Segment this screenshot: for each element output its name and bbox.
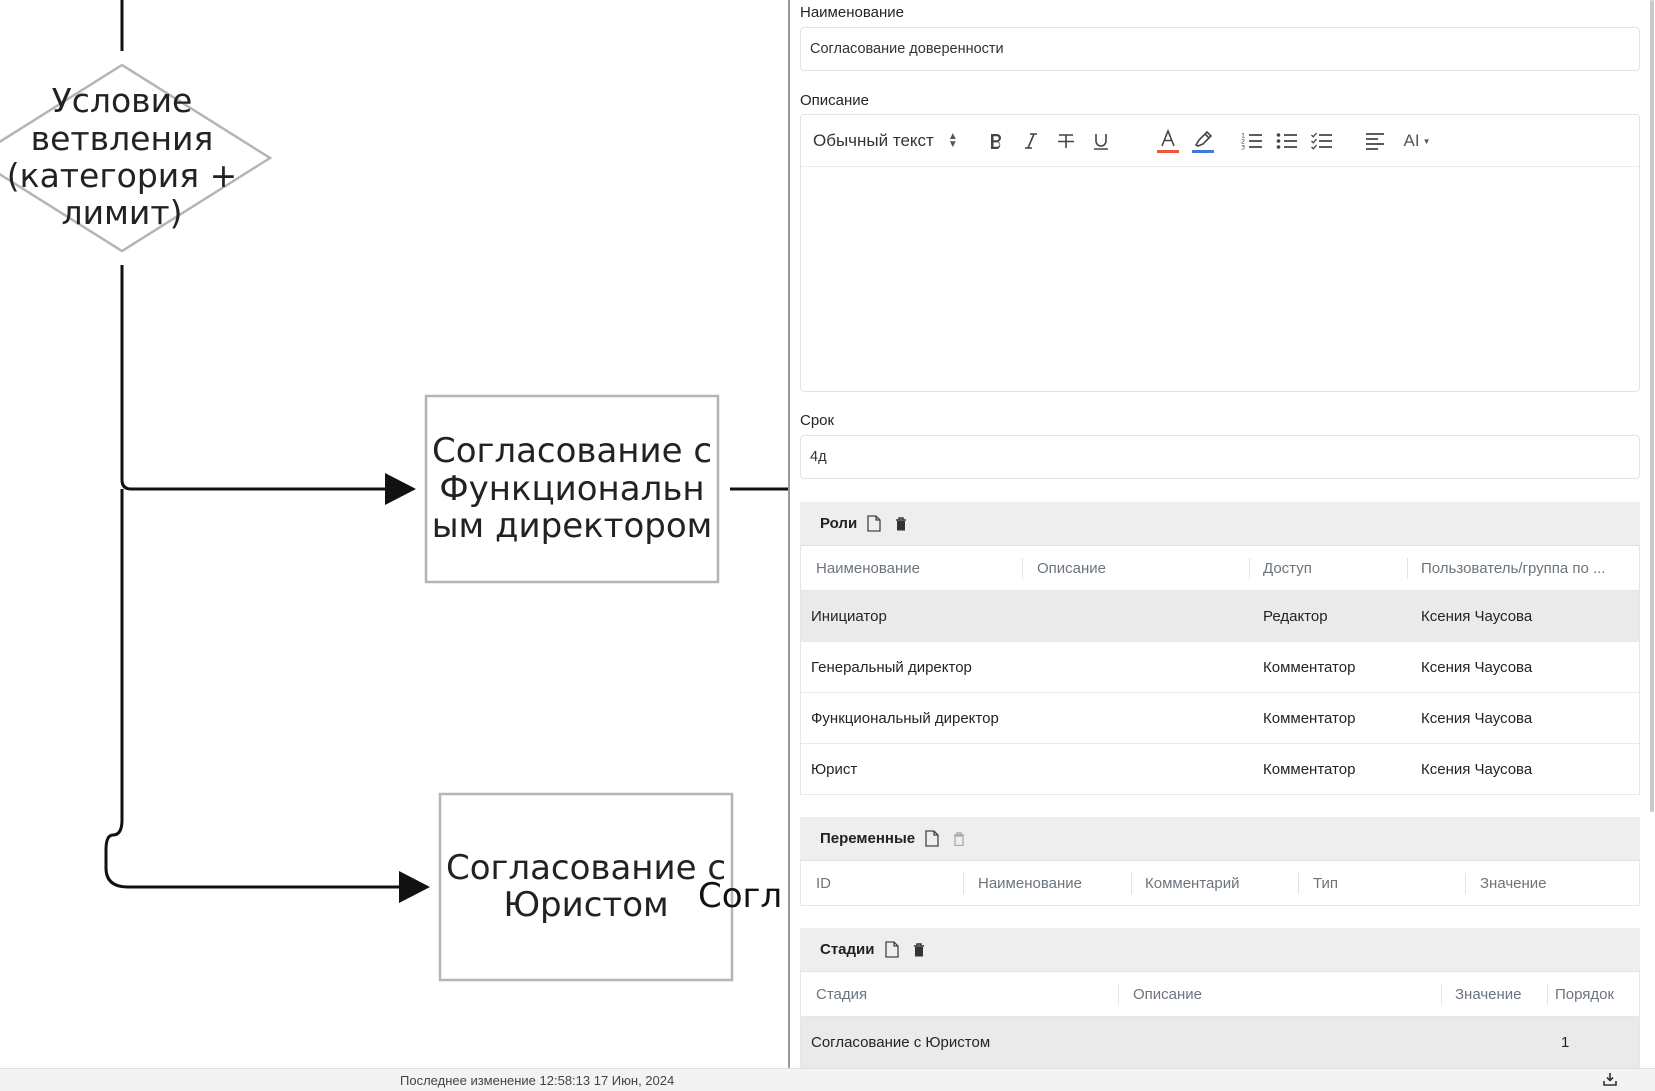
task-node-functional-director[interactable]: Согласование с Функциональн ым директоро… <box>424 394 720 584</box>
role-name: Инициатор <box>811 608 887 625</box>
role-user: Ксения Чаусова <box>1421 659 1533 676</box>
table-row[interactable]: Инициатор Редактор Ксения Чаусова <box>801 591 1639 642</box>
table-row[interactable]: Согласование с Юристом 1 <box>801 1017 1639 1068</box>
task-node-lawyer[interactable]: Согласование с Юристом <box>438 792 734 982</box>
role-access: Комментатор <box>1263 761 1356 778</box>
roles-title: Роли <box>820 515 858 532</box>
variables-section-header: Переменные <box>800 817 1640 861</box>
table-row[interactable]: Юрист Комментатор Ксения Чаусова <box>801 744 1639 795</box>
variables-column-value[interactable]: Значение <box>1480 861 1630 906</box>
strikethrough-icon[interactable] <box>1052 127 1080 155</box>
roles-column-user[interactable]: Пользователь/группа по ... <box>1421 546 1626 591</box>
numbered-list-icon[interactable]: 123 <box>1238 127 1266 155</box>
role-access: Редактор <box>1263 608 1328 625</box>
delete-role-icon[interactable] <box>895 516 907 531</box>
description-label: Описание <box>800 92 870 109</box>
properties-panel: Наименование Согласование доверенности О… <box>790 0 1655 1068</box>
text-style-select[interactable]: Обычный текст ▲ ▼ <box>813 127 973 155</box>
delete-variable-icon[interactable] <box>953 831 965 846</box>
ai-icon[interactable]: AI ▼ <box>1399 127 1435 155</box>
stages-table-header: Стадия Описание Значение Порядок <box>801 972 1639 1017</box>
variables-column-name[interactable]: Наименование <box>978 861 1128 906</box>
variables-column-id[interactable]: ID <box>816 861 956 906</box>
roles-table: Наименование Описание Доступ Пользовател… <box>800 546 1640 795</box>
stages-section-header: Стадии <box>800 928 1640 972</box>
roles-column-description[interactable]: Описание <box>1037 546 1237 591</box>
deadline-field[interactable]: 4д <box>800 435 1640 479</box>
check-list-icon[interactable] <box>1308 127 1336 155</box>
table-row[interactable]: Функциональный директор Комментатор Ксен… <box>801 693 1639 744</box>
condition-label-line: (категория + <box>7 156 237 195</box>
bullet-list-icon[interactable] <box>1273 127 1301 155</box>
task-label-line: ым директором <box>432 506 713 546</box>
task-label-line: Юристом <box>503 885 668 925</box>
deadline-label: Срок <box>800 412 835 429</box>
stages-column-order[interactable]: Порядок <box>1555 972 1635 1017</box>
roles-column-name[interactable]: Наименование <box>816 546 1016 591</box>
role-user: Ксения Чаусова <box>1421 761 1533 778</box>
updown-icon: ▲ ▼ <box>947 131 958 150</box>
add-stage-icon[interactable] <box>884 941 899 958</box>
role-name: Юрист <box>811 761 858 778</box>
connector-to-lawyer[interactable] <box>104 489 405 889</box>
condition-label-line: ветвления <box>31 119 214 158</box>
stages-column-value[interactable]: Значение <box>1455 972 1545 1017</box>
stages-column-description[interactable]: Описание <box>1133 972 1433 1017</box>
role-name: Функциональный директор <box>811 710 999 727</box>
highlight-icon[interactable] <box>1188 127 1218 155</box>
diagram-canvas[interactable]: Условие ветвления (категория + лимит) Со… <box>0 0 788 1068</box>
role-user: Ксения Чаусова <box>1421 608 1533 625</box>
arrowhead-functional <box>385 473 416 505</box>
add-role-icon[interactable] <box>867 515 881 532</box>
variables-column-type[interactable]: Тип <box>1313 861 1463 906</box>
stages-column-stage[interactable]: Стадия <box>816 972 1116 1017</box>
stage-order: 1 <box>1561 1034 1570 1051</box>
status-bar: Последнее изменение 12:58:13 17 Июн, 202… <box>0 1068 1655 1091</box>
role-access: Комментатор <box>1263 710 1356 727</box>
dropdown-caret-icon: ▼ <box>1422 136 1431 146</box>
variables-column-comment[interactable]: Комментарий <box>1145 861 1295 906</box>
text-color-icon[interactable] <box>1153 127 1183 155</box>
condition-label-line: Условие <box>52 81 193 120</box>
stage-name: Согласование с Юристом <box>811 1034 991 1051</box>
roles-column-access[interactable]: Доступ <box>1263 546 1413 591</box>
panel-scrollbar[interactable] <box>1650 0 1654 812</box>
roles-table-header: Наименование Описание Доступ Пользовател… <box>801 546 1639 591</box>
partial-node-label: Согл <box>698 876 782 916</box>
arrowhead-lawyer <box>399 871 430 903</box>
description-editor: Обычный текст ▲ ▼ 123 AI ▼ <box>800 114 1640 392</box>
diagram-svg[interactable]: Условие ветвления (категория + лимит) Со… <box>0 0 788 1068</box>
task-label-line: Согласование с <box>432 431 712 471</box>
delete-stage-icon[interactable] <box>913 942 925 957</box>
add-variable-icon[interactable] <box>925 830 939 847</box>
name-field[interactable]: Согласование доверенности <box>800 27 1640 71</box>
table-row[interactable]: Генеральный директор Комментатор Ксения … <box>801 642 1639 693</box>
role-access: Комментатор <box>1263 659 1356 676</box>
task-label-line: Функциональн <box>439 469 704 509</box>
bold-icon[interactable] <box>982 127 1010 155</box>
roles-section-header: Роли <box>800 502 1640 546</box>
name-label: Наименование <box>800 4 904 21</box>
variables-title: Переменные <box>820 830 916 847</box>
align-left-icon[interactable] <box>1361 127 1389 155</box>
role-name: Генеральный директор <box>811 659 972 676</box>
description-editor-body[interactable] <box>801 167 1639 391</box>
task-label-line: Согласование с <box>446 848 726 888</box>
variables-table: ID Наименование Комментарий Тип Значение <box>800 861 1640 906</box>
download-icon[interactable] <box>1603 1072 1617 1089</box>
variables-table-header: ID Наименование Комментарий Тип Значение <box>801 861 1639 906</box>
svg-text:3: 3 <box>1241 144 1245 152</box>
last-modified-text: Последнее изменение 12:58:13 17 Июн, 202… <box>400 1073 675 1088</box>
connector-to-functional[interactable] <box>120 265 392 491</box>
role-user: Ксения Чаусова <box>1421 710 1533 727</box>
stages-title: Стадии <box>820 941 875 958</box>
editor-toolbar: Обычный текст ▲ ▼ 123 AI ▼ <box>801 115 1639 167</box>
ai-label: AI <box>1403 131 1420 150</box>
condition-label-line: лимит) <box>62 193 183 232</box>
stages-table: Стадия Описание Значение Порядок Согласо… <box>800 972 1640 1068</box>
condition-node[interactable]: Условие ветвления (категория + лимит) <box>0 63 273 253</box>
text-style-value: Обычный текст <box>813 131 934 150</box>
italic-icon[interactable] <box>1017 127 1045 155</box>
underline-icon[interactable] <box>1087 127 1115 155</box>
